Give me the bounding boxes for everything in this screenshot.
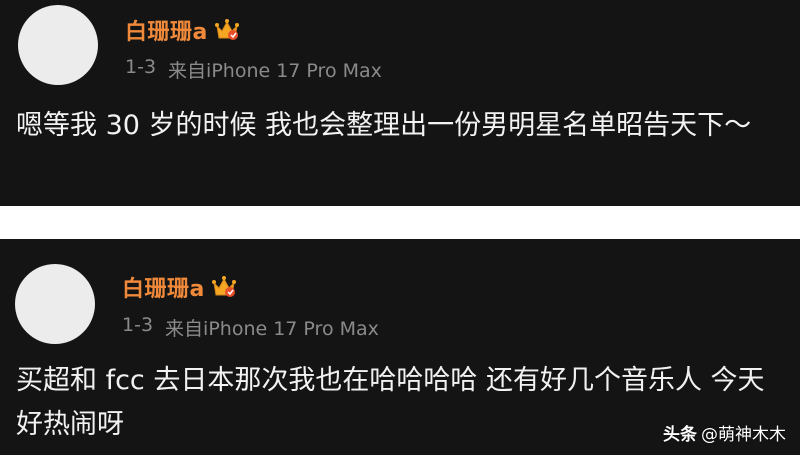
post-date: 1-3 <box>122 314 154 336</box>
username[interactable]: 白珊珊a <box>125 14 208 46</box>
username-row: 白珊珊a <box>125 14 240 46</box>
username-row: 白珊珊a <box>122 271 237 303</box>
watermark-handle: @萌神木木 <box>701 425 786 445</box>
crown-badge-icon <box>211 276 236 297</box>
post-source: 来自iPhone 17 Pro Max <box>168 60 382 82</box>
post-meta: 1-3 来自iPhone 17 Pro Max <box>122 314 379 341</box>
watermark: 头条 @萌神木木 <box>663 420 786 445</box>
avatar[interactable] <box>15 264 95 344</box>
post-content: 嗯等我 30 岁的时候 我也会整理出一份男明星名单昭告天下～ <box>16 110 752 141</box>
crown-badge-icon <box>214 19 239 40</box>
username[interactable]: 白珊珊a <box>122 271 205 303</box>
avatar[interactable] <box>18 5 98 85</box>
post-date: 1-3 <box>125 56 157 78</box>
post-meta: 1-3 来自iPhone 17 Pro Max <box>125 56 382 83</box>
post-card: 白珊珊a 1-3 来自iPhone 17 Pro Max 买超和 fcc 去日本… <box>0 239 800 455</box>
watermark-brand: 头条 <box>663 425 697 445</box>
post-card: 白珊珊a 1-3 来自iPhone 17 Pro Max 嗯等我 30 岁的时候… <box>0 0 800 206</box>
post-source: 来自iPhone 17 Pro Max <box>165 318 379 340</box>
